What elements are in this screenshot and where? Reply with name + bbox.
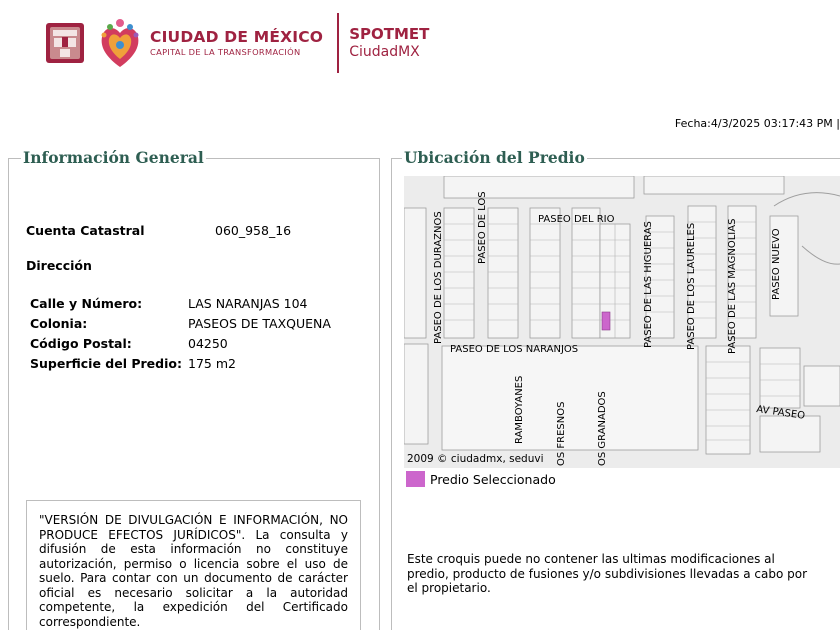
cdmx-shield-logo (46, 23, 84, 63)
cuenta-value: 060_958_16 (215, 223, 292, 238)
map-label-magnolias: PASEO DE LAS MAGNOLIAS (727, 219, 738, 354)
cp-label: Código Postal: (30, 336, 132, 351)
app-title: SPOTMET (349, 25, 430, 43)
map-credit: 2009 © ciudadmx, seduvi (407, 453, 544, 465)
date-line: Fecha:4/3/2025 03:17:43 PM | (674, 117, 840, 130)
selected-lot (601, 311, 611, 331)
cuenta-label: Cuenta Catastral (26, 223, 145, 238)
location-panel-title: Ubicación del Predio (402, 148, 587, 167)
map-label-naranjos: PASEO DE LOS NARANJOS (450, 344, 578, 355)
calle-label: Calle y Número: (30, 296, 143, 311)
map-label-laureles: PASEO DE LOS LAURELES (686, 223, 697, 350)
app-brand: SPOTMET CiudadMX (349, 25, 429, 61)
superficie-label: Superficie del Predio: (30, 356, 182, 371)
selected-lot-label: Predio Seleccionado (430, 471, 556, 487)
calle-value: LAS NARANJAS 104 (188, 296, 308, 311)
map-legend: Predio Seleccionado (406, 471, 556, 487)
map-label-framboyanes: RAMBOYANES (514, 376, 525, 444)
map-label-granados: OS GRANADOS (597, 391, 608, 466)
colonia-label: Colonia: (30, 316, 88, 331)
map-disclaimer: Este croquis puede no contener las ultim… (407, 552, 808, 595)
app-subtitle: CiudadMX (349, 44, 420, 60)
brand-divider (337, 13, 340, 73)
location-map[interactable]: PASEO DE LOS DURAZNOS PASEO DE LOS PASEO… (404, 176, 840, 468)
selected-lot-swatch (406, 471, 425, 487)
direccion-label: Dirección (26, 258, 92, 273)
brand-title: CIUDAD DE MÉXICO (150, 28, 324, 46)
info-panel-title: Información General (21, 148, 206, 167)
colonia-value: PASEOS DE TAXQUENA (188, 316, 331, 331)
map-label-higueras: PASEO DE LAS HIGUERAS (643, 221, 654, 348)
heart-logo (101, 19, 139, 67)
legal-notice: "VERSIÓN DE DIVULGACIÓN E INFORMACIÓN, N… (26, 500, 361, 630)
map-label-rio: PASEO DEL RIO (538, 214, 615, 225)
map-label-nuevo: PASEO NUEVO (771, 228, 782, 300)
brand-subtitle: CAPITAL DE LA TRANSFORMACIÓN (150, 47, 301, 57)
map-label-los-top: PASEO DE LOS (477, 191, 488, 264)
cp-value: 04250 (188, 336, 228, 351)
map-label-duraznos: PASEO DE LOS DURAZNOS (433, 211, 444, 344)
brand-block: CIUDAD DE MÉXICO CAPITAL DE LA TRANSFORM… (150, 28, 323, 58)
superficie-value: 175 m2 (188, 356, 236, 371)
header: CIUDAD DE MÉXICO CAPITAL DE LA TRANSFORM… (44, 10, 429, 76)
map-label-fresnos: OS FRESNOS (556, 402, 567, 466)
map-sketch: PASEO DE LOS DURAZNOS PASEO DE LOS PASEO… (404, 176, 840, 468)
